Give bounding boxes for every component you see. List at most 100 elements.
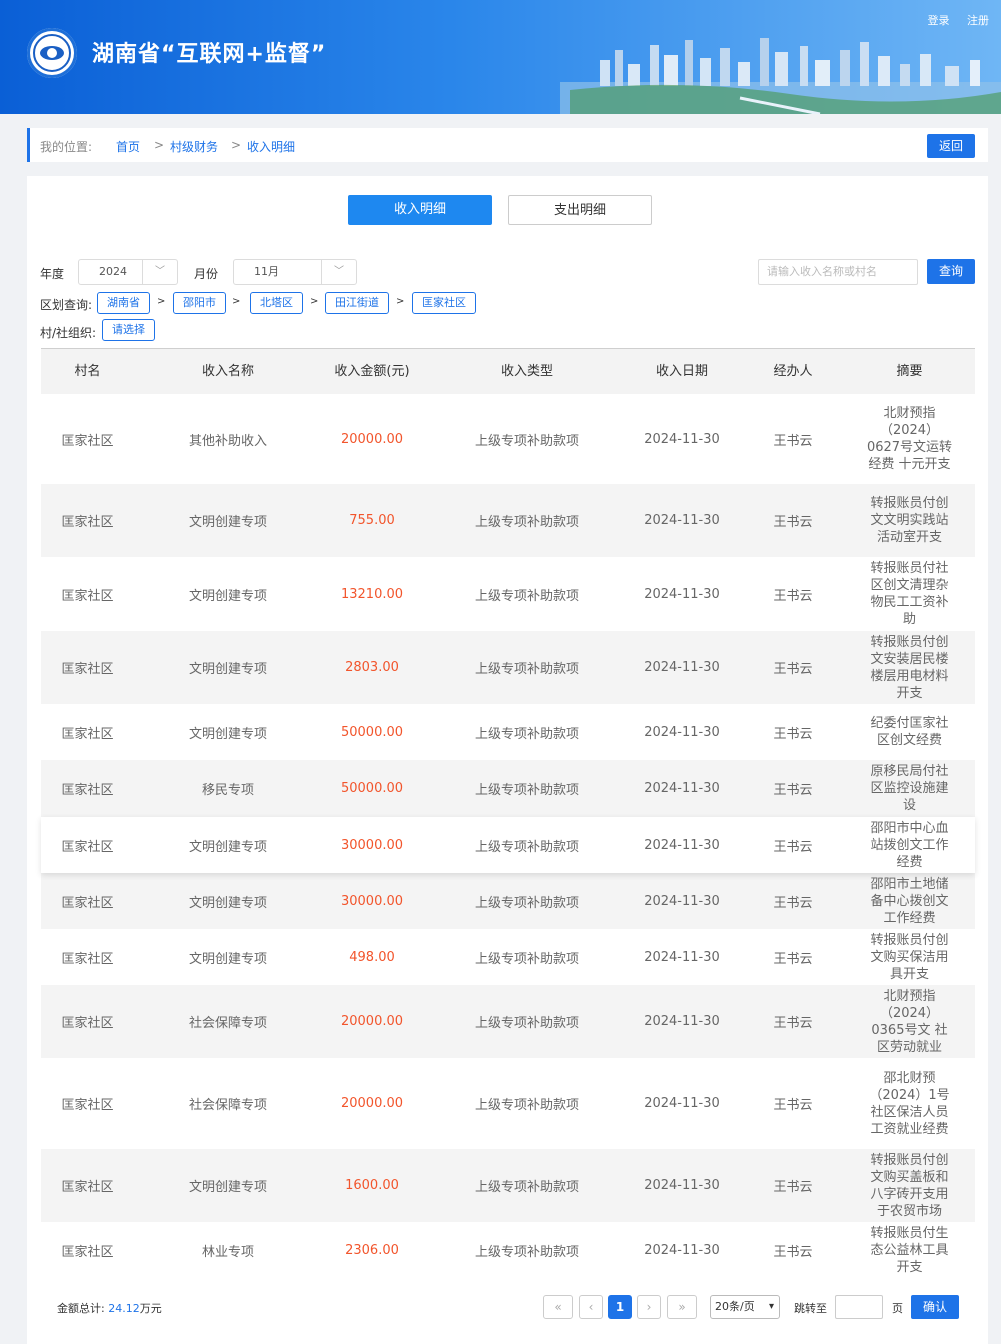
column-handler: 经办人	[773, 364, 813, 379]
cell-income-name: 林业专项	[201, 1244, 254, 1260]
query-button[interactable]: 查询	[927, 259, 975, 284]
table-row[interactable]: 匡家社区 社会保障专项 20000.00 上级专项补助款项 2024-11-30 王书云 邵…	[41, 1058, 975, 1149]
double-left-icon[interactable]: «	[543, 1295, 573, 1319]
login-link[interactable]: 登录	[928, 14, 950, 27]
cell-date: 2024-11-30	[644, 1242, 720, 1258]
cell-date: 2024-11-30	[644, 1178, 720, 1193]
table-row[interactable]: 匡家社区 文明创建专项 30000.00 上级专项补助款项 2024-11-30 王书云 邵…	[41, 873, 975, 929]
region-separator: >	[157, 296, 166, 307]
region-district[interactable]: 北塔区	[250, 292, 303, 314]
table-row[interactable]: 匡家社区 文明创建专项 755.00 上级专项补助款项 2024-11-30 王书云 转报账…	[41, 484, 975, 557]
breadcrumb-home[interactable]: 首页	[116, 138, 140, 155]
table-row[interactable]: 匡家社区 文明创建专项 2803.00 上级专项补助款项 2024-11-30 王书云 转报…	[41, 631, 975, 704]
cell-handler: 王书云	[773, 951, 813, 967]
cell-date: 2024-11-30	[644, 949, 720, 965]
table-row[interactable]: 匡家社区 文明创建专项 50000.00 上级专项补助款项 2024-11-30 王书云 纪…	[41, 704, 975, 760]
cell-date: 2024-11-30	[644, 893, 720, 909]
cell-type: 上级专项补助款项	[474, 662, 579, 677]
cell-type: 上级专项补助款项	[474, 895, 579, 911]
cell-village: 匡家社区	[61, 433, 114, 449]
table-row[interactable]: 匡家社区 林业专项 2306.00 上级专项补助款项 2024-11-30 王书云 转报账员…	[41, 1222, 975, 1278]
region-separator: >	[232, 296, 241, 307]
chevron-down-icon: ﹀	[334, 266, 344, 277]
table-row[interactable]: 匡家社区 文明创建专项 498.00 上级专项补助款项 2024-11-30 王书云 转报账…	[41, 929, 975, 985]
table-row[interactable]: 匡家社区 文明创建专项 30000.00 上级专项补助款项 2024-11-30 王书云 邵…	[41, 817, 975, 873]
region-province[interactable]: 湖南省	[97, 292, 150, 314]
page-size-select[interactable]: 20条/页 ▾	[710, 1295, 780, 1319]
double-right-icon[interactable]: »	[667, 1295, 697, 1319]
month-label: 月份	[194, 267, 219, 281]
cell-income-name: 移民专项	[201, 783, 254, 798]
breadcrumb-separator: >	[154, 138, 165, 152]
cell-amount: 30000.00	[340, 893, 404, 909]
cell-amount: 20000.00	[340, 431, 404, 447]
region-community[interactable]: 匡家社区	[412, 292, 476, 314]
cell-summary: 北财预指（2024）0627号文运转经费 十元开支	[866, 406, 953, 472]
cell-village: 匡家社区	[61, 1180, 114, 1195]
cell-summary: 转报账员付创文购买保洁用具开支	[870, 932, 949, 982]
cell-amount: 2803.00	[345, 660, 399, 675]
table-body: 匡家社区 其他补助收入 20000.00 上级专项补助款项 2024-11-30 王书云 北…	[41, 394, 975, 1278]
cell-income-name: 文明创建专项	[188, 726, 267, 742]
total-value: 24.12	[108, 1302, 140, 1315]
tab-income-detail[interactable]: 收入明细	[348, 195, 492, 225]
cell-summary: 邵北财预（2024）1号 社区保洁人员工资就业经费	[869, 1070, 950, 1137]
total-label: 金额总计:	[57, 1302, 105, 1315]
cell-summary: 转报账员付社区创文清理杂物民工工资补助	[870, 561, 949, 627]
register-link[interactable]: 注册	[967, 14, 989, 27]
page-size-value: 20条/页	[715, 1300, 755, 1313]
cell-handler: 王书云	[773, 433, 813, 449]
cell-amount: 1600.00	[345, 1178, 399, 1193]
year-label: 年度	[40, 267, 65, 281]
cell-summary: 转报账员付创文购买盖板和八字砖开支用于农贸市场	[870, 1152, 949, 1219]
column-date: 收入日期	[655, 364, 708, 379]
cell-handler: 王书云	[773, 588, 813, 604]
tab-expense-detail[interactable]: 支出明细	[508, 195, 652, 225]
site-title: 湖南省“互联网+监督”	[92, 42, 327, 67]
left-icon[interactable]: ‹	[579, 1295, 603, 1319]
cell-village: 匡家社区	[61, 1016, 114, 1031]
cell-handler: 王书云	[773, 1180, 813, 1195]
cell-amount: 50000.00	[340, 724, 404, 740]
cell-amount: 498.00	[349, 949, 395, 965]
cell-type: 上级专项补助款项	[474, 839, 579, 855]
cell-date: 2024-11-30	[644, 1096, 720, 1111]
cell-village: 匡家社区	[61, 588, 114, 604]
back-button[interactable]: 返回	[927, 134, 975, 158]
region-street[interactable]: 田江街道	[325, 292, 389, 314]
cell-handler: 王书云	[773, 662, 813, 677]
table-row[interactable]: 匡家社区 移民专项 50000.00 上级专项补助款项 2024-11-30 王书云 原移民…	[41, 760, 975, 817]
cell-type: 上级专项补助款项	[474, 588, 579, 604]
city-skyline-banner	[560, 38, 1001, 114]
site-header: 湖南省“互联网+监督” 登录 注册	[0, 0, 1001, 114]
confirm-button[interactable]: 确认	[911, 1295, 959, 1319]
year-select[interactable]: 2024 ﹀	[78, 259, 178, 285]
cell-income-name: 文明创建专项	[188, 662, 267, 677]
cell-summary: 邵阳市中心血站拨创文工作经费	[870, 820, 949, 870]
month-value: 11月	[254, 265, 279, 278]
jump-page-input[interactable]	[835, 1295, 883, 1319]
right-icon[interactable]: ›	[637, 1295, 661, 1319]
cell-handler: 王书云	[773, 1016, 813, 1031]
column-village: 村名	[74, 364, 101, 379]
table-row[interactable]: 匡家社区 文明创建专项 13210.00 上级专项补助款项 2024-11-30 王书云 转…	[41, 557, 975, 631]
cell-date: 2024-11-30	[644, 724, 720, 740]
page-button-current[interactable]: 1	[608, 1295, 632, 1319]
breadcrumb-village-finance[interactable]: 村级财务	[170, 138, 218, 155]
table-row[interactable]: 匡家社区 社会保障专项 20000.00 上级专项补助款项 2024-11-30 王书云 北…	[41, 985, 975, 1058]
cell-income-name: 社会保障专项	[188, 1016, 267, 1031]
cell-income-name: 文明创建专项	[188, 951, 267, 967]
cell-amount: 30000.00	[340, 837, 404, 853]
cell-amount: 755.00	[349, 513, 395, 528]
cell-handler: 王书云	[773, 726, 813, 742]
column-amount: 收入金额(元)	[334, 364, 410, 379]
cell-summary: 原移民局付社区监控设施建设	[870, 764, 949, 813]
search-input[interactable]: 请输入收入名称或村名	[758, 259, 918, 285]
region-city[interactable]: 邵阳市	[173, 292, 226, 314]
month-select[interactable]: 11月 ﹀	[233, 259, 357, 285]
org-select[interactable]: 请选择	[102, 319, 155, 341]
table-row[interactable]: 匡家社区 其他补助收入 20000.00 上级专项补助款项 2024-11-30 王书云 北…	[41, 394, 975, 484]
cell-income-name: 其他补助收入	[188, 433, 267, 449]
cell-handler: 王书云	[773, 1244, 813, 1260]
table-row[interactable]: 匡家社区 文明创建专项 1600.00 上级专项补助款项 2024-11-30 王书云 转报…	[41, 1149, 975, 1222]
